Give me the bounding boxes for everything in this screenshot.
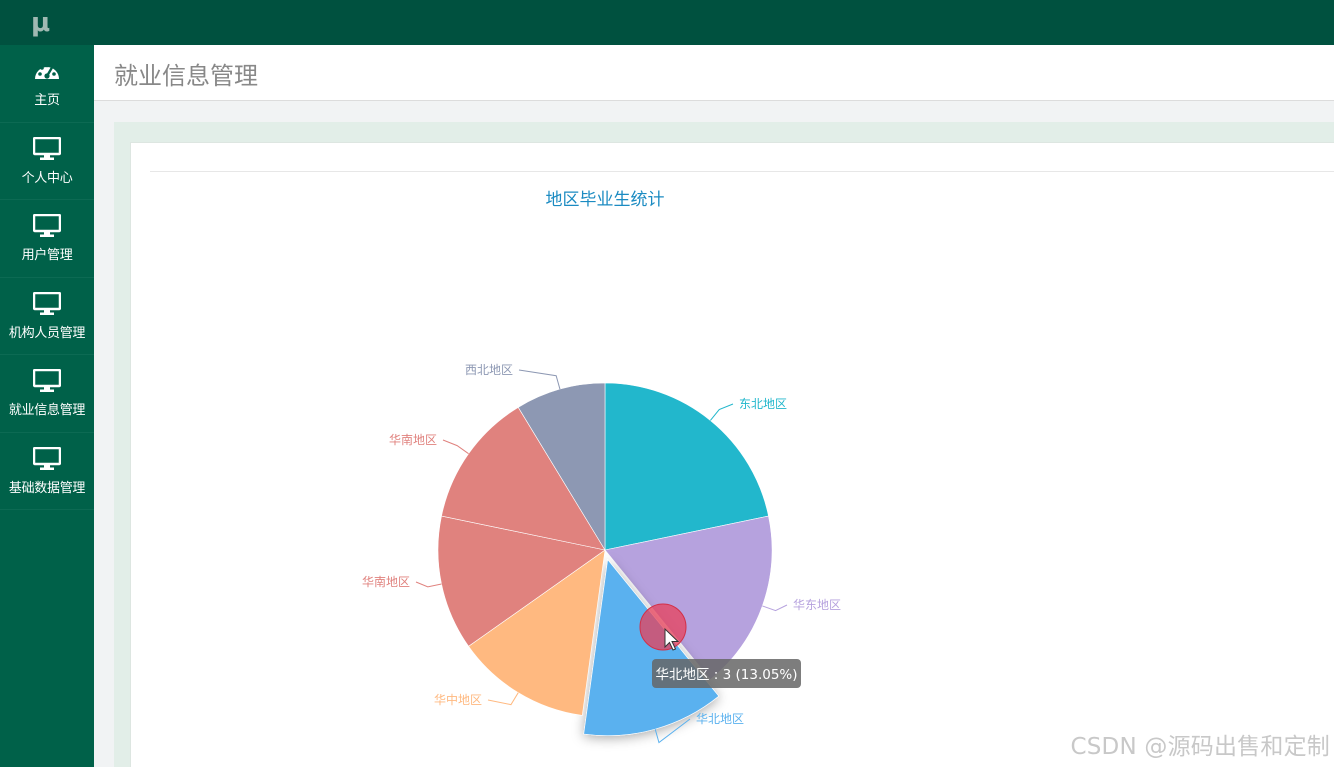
pie-label: 西北地区 (465, 363, 513, 377)
pie-leader-line (518, 369, 561, 390)
pie-label: 华北地区 (696, 712, 744, 726)
pie-label: 华东地区 (793, 598, 841, 612)
chart-title: 地区毕业生统计 (546, 190, 665, 210)
pie-chart: 地区毕业生统计 东北地区华东地区华北地区华中地区华南地区华南地区西北地区 华北地… (362, 190, 841, 744)
pie-label: 华中地区 (434, 692, 482, 707)
cursor-indicator (639, 603, 687, 651)
pie-leader-line (442, 439, 469, 455)
pie-label: 华南地区 (362, 574, 410, 589)
tooltip-text: 华北地区 : 3 (13.05%) (655, 667, 797, 683)
pie-label: 东北地区 (739, 397, 787, 411)
pie-label: 华南地区 (389, 432, 437, 447)
pie-leader-line (415, 581, 442, 588)
pie-leader-line (487, 692, 519, 706)
pie-leader-line (762, 604, 788, 612)
pie-leader-line (710, 403, 734, 421)
tooltip: 华北地区 : 3 (13.05%) (652, 659, 801, 688)
watermark: CSDN @源码出售和定制 (1070, 734, 1330, 760)
